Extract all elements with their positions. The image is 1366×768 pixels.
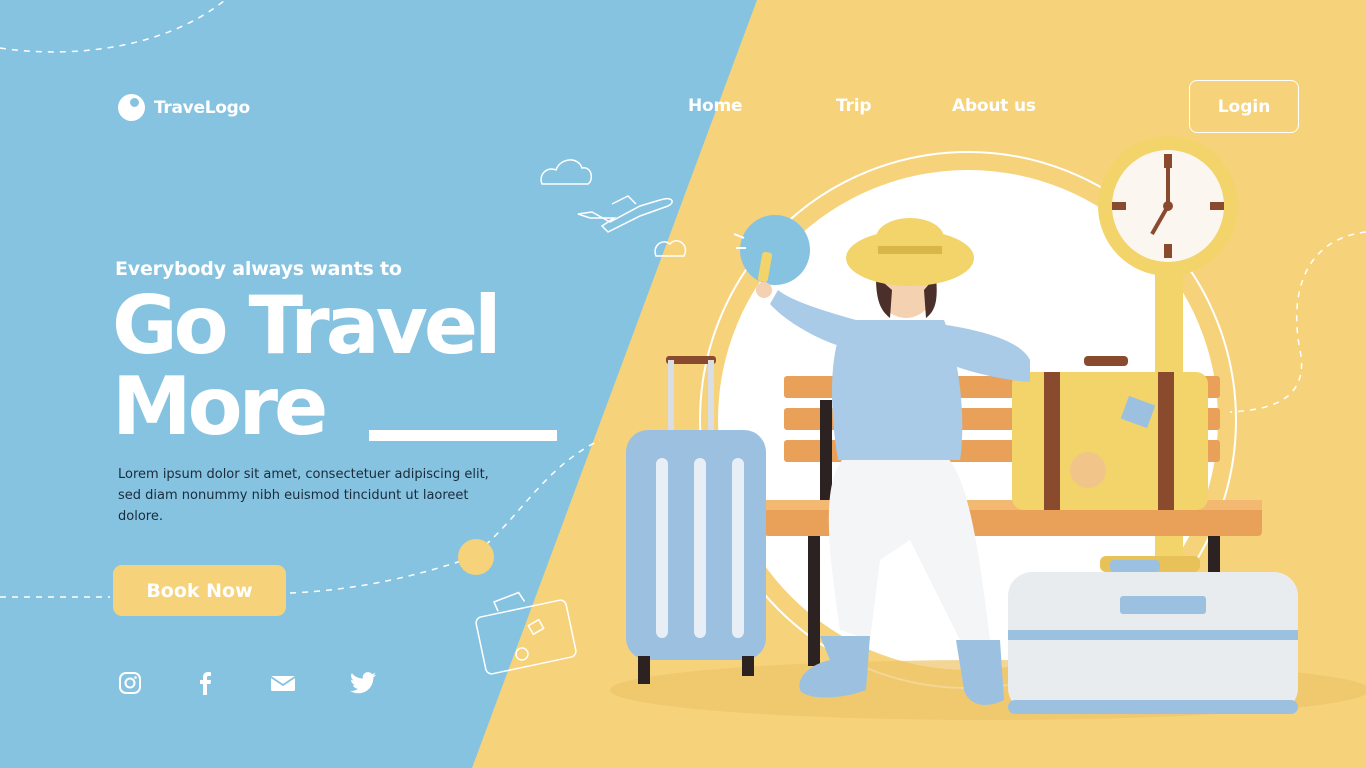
mail-icon[interactable] <box>270 670 296 696</box>
nav-item-home[interactable]: Home <box>688 96 743 116</box>
white-suitcase <box>1008 560 1298 714</box>
yellow-suitcase <box>1012 356 1208 510</box>
twitter-icon[interactable] <box>350 670 376 696</box>
hero-title-line-1: Go Travel <box>112 279 502 372</box>
nav-item-about-us[interactable]: About us <box>952 96 1036 116</box>
book-now-button[interactable]: Book Now <box>113 565 286 616</box>
facebook-icon[interactable] <box>192 670 218 696</box>
hero-description: Lorem ipsum dolor sit amet, consectetuer… <box>118 467 489 524</box>
hero-title-line-2: More <box>112 360 328 453</box>
main-nav: Home Trip About us <box>0 96 1366 120</box>
nav-item-trip[interactable]: Trip <box>836 96 872 116</box>
login-button[interactable]: Login <box>1189 80 1299 133</box>
instagram-icon[interactable] <box>117 670 143 696</box>
title-underline <box>369 430 557 441</box>
hero-eyebrow: Everybody always wants to <box>115 258 402 280</box>
clock-icon <box>1098 136 1238 276</box>
